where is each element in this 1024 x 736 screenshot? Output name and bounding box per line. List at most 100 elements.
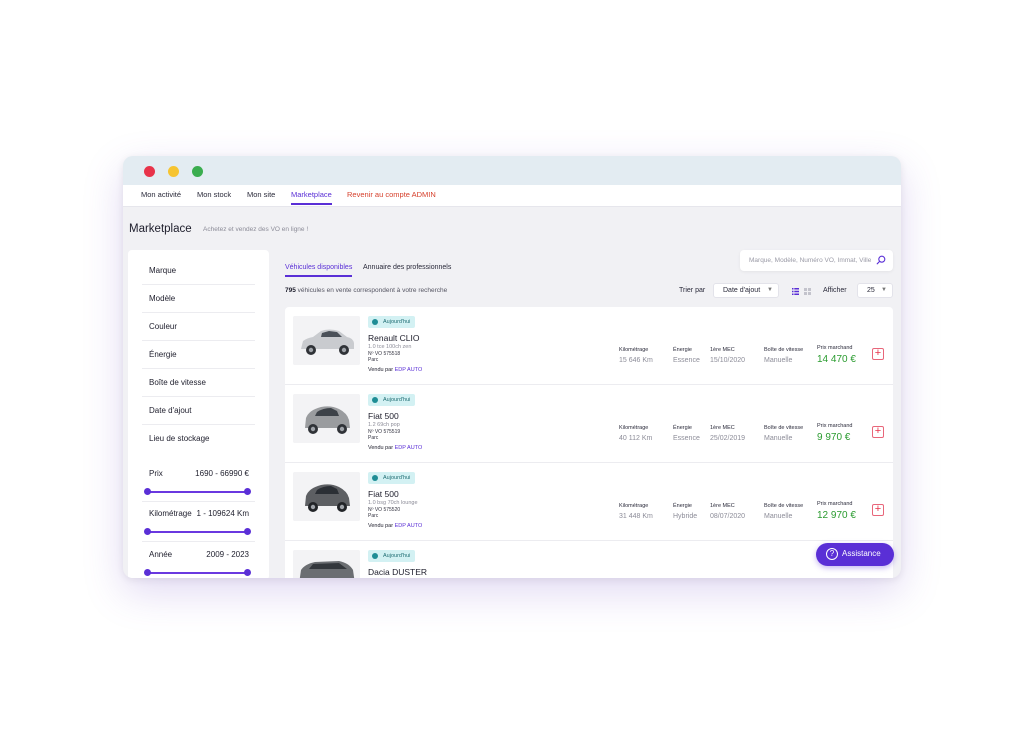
seller-prefix: Vendu par [368,523,394,529]
top-navigation: Mon activité Mon stock Mon site Marketpl… [123,185,901,207]
spec-label-mec: 1ère MEC [710,347,735,353]
range-track[interactable] [147,531,249,533]
filter-modele[interactable]: Modèle [142,285,255,313]
range-value: 1690 - 66990 € [195,469,249,478]
badge-label: Aujourd'hui [383,397,411,403]
spec-value-km: 31 448 Km [619,513,653,520]
add-vehicle-button[interactable]: + [872,348,884,360]
minimize-window-button[interactable] [168,166,179,177]
vehicle-name[interactable]: Fiat 500 [368,411,399,421]
car-image-icon [293,394,360,443]
vehicle-name[interactable]: Dacia DUSTER [368,567,427,577]
filter-boite-vitesse[interactable]: Boîte de vitesse [142,369,255,397]
spec-value-mec: 25/02/2019 [710,435,746,442]
range-min-handle[interactable] [144,488,151,495]
add-vehicle-button[interactable]: + [872,426,884,438]
sort-label: Trier par [679,287,706,294]
app-window: Mon activité Mon stock Mon site Marketpl… [123,156,901,578]
spec-label-energy: Énergie [673,503,692,509]
display-count-label: Afficher [823,287,847,294]
range-value: 1 - 109624 Km [196,509,249,518]
spec-label-gearbox: Boîte de vitesse [764,425,804,431]
car-image-icon [293,316,360,365]
spec-value-energy: Essence [673,435,700,442]
range-min-handle[interactable] [144,569,151,576]
vehicle-version: 1.2 69ch pop [368,422,400,428]
spec-label-mec: 1ère MEC [710,503,735,509]
vehicle-row[interactable]: Aujourd'hui Fiat 500 1.2 69ch pop Nº VO … [285,385,893,463]
sort-value: Date d'ajout [723,287,761,294]
spec-value-energy: Hybride [673,513,698,520]
nav-item-mon-stock[interactable]: Mon stock [197,190,231,199]
help-icon: ? [826,548,838,560]
range-label: Prix [149,469,163,478]
vehicle-photo[interactable] [293,472,360,521]
filter-date-ajout[interactable]: Date d'ajout [142,397,255,425]
filter-energie[interactable]: Énergie [142,341,255,369]
display-count-select[interactable]: 25 ▼ [857,283,893,298]
display-count-value: 25 [867,287,875,294]
spec-value-gearbox: Manuelle [764,513,793,520]
add-vehicle-button[interactable]: + [872,504,884,516]
vehicle-photo[interactable] [293,316,360,365]
nav-item-marketplace[interactable]: Marketplace [291,190,332,205]
search-input[interactable]: Marque, Modèle, Numéro VO, Immat, Ville [749,257,871,264]
range-max-handle[interactable] [244,528,251,535]
sort-select[interactable]: Date d'ajout ▼ [713,283,779,298]
range-label: Année [149,550,173,559]
vehicle-name[interactable]: Fiat 500 [368,489,399,499]
spec-value-km: 40 112 Km [619,435,653,442]
vehicle-row[interactable]: Aujourd'hui Dacia DUSTER [285,541,893,578]
vehicle-photo[interactable] [293,394,360,443]
badge-label: Aujourd'hui [383,319,411,325]
status-badge: Aujourd'hui [368,316,416,328]
seller-link[interactable]: EDP AUTO [395,445,423,451]
range-track[interactable] [147,572,249,574]
nav-item-mon-site[interactable]: Mon site [247,190,275,199]
nav-item-admin-account[interactable]: Revenir au compte ADMIN [347,190,436,199]
assistance-button[interactable]: ? Assistance [816,543,894,566]
range-min-handle[interactable] [144,528,151,535]
seller-link[interactable]: EDP AUTO [395,523,423,529]
maximize-window-button[interactable] [192,166,203,177]
status-badge: Aujourd'hui [368,394,416,406]
vehicle-photo[interactable] [293,550,360,578]
range-label: Kilométrage [149,509,192,518]
range-track[interactable] [147,491,249,493]
range-value: 2009 - 2023 [206,550,249,559]
assistance-label: Assistance [842,549,881,558]
nav-item-mon-activite[interactable]: Mon activité [141,190,181,199]
vehicle-name[interactable]: Renault CLIO [368,333,420,343]
search-box[interactable]: Marque, Modèle, Numéro VO, Immat, Ville [740,250,893,271]
spec-label-mec: 1ère MEC [710,425,735,431]
vehicle-location: Parc [368,513,379,519]
car-image-icon [293,550,360,578]
vehicle-row[interactable]: Aujourd'hui Fiat 500 1.0 bsg 70ch lounge… [285,463,893,541]
list-view-icon[interactable] [792,288,799,295]
vehicle-row[interactable]: Aujourd'hui Renault CLIO 1.0 tce 100ch z… [285,307,893,385]
seller-prefix: Vendu par [368,367,394,373]
status-badge: Aujourd'hui [368,550,416,562]
search-icon[interactable] [876,255,886,265]
spec-label-km: Kilométrage [619,425,649,431]
filter-marque[interactable]: Marque [142,257,255,285]
price-label: Prix marchand [817,501,853,507]
price-label: Prix marchand [817,345,853,351]
tab-annuaire-professionnels[interactable]: Annuaire des professionnels [363,264,451,271]
filter-lieu-stockage[interactable]: Lieu de stockage [142,425,255,453]
results-count: 795 [285,287,296,294]
grid-view-icon[interactable] [804,288,811,295]
divider [142,541,255,542]
spec-value-km: 15 646 Km [619,357,653,364]
vehicle-seller: Vendu par EDP AUTO [368,445,422,451]
close-window-button[interactable] [144,166,155,177]
filter-couleur[interactable]: Couleur [142,313,255,341]
spec-value-gearbox: Manuelle [764,357,793,364]
range-max-handle[interactable] [244,569,251,576]
range-max-handle[interactable] [244,488,251,495]
clock-icon [372,553,378,559]
vehicle-version: 1.0 tce 100ch zen [368,344,412,350]
seller-link[interactable]: EDP AUTO [395,367,423,373]
tab-vehicules-disponibles[interactable]: Véhicules disponibles [285,264,353,277]
vehicle-location: Parc [368,357,379,363]
